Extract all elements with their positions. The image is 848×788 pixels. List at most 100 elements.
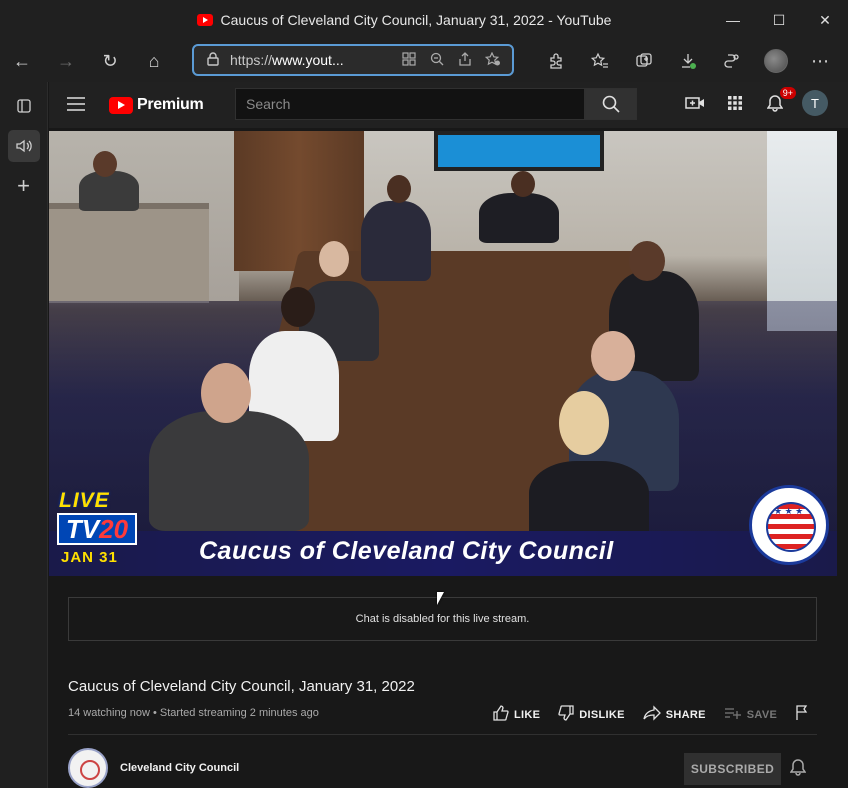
lock-icon[interactable] xyxy=(202,51,224,69)
extensions-icon[interactable] xyxy=(534,43,578,79)
video-actions: LIKE DISLIKE SHARE SAVE xyxy=(493,705,809,725)
add-to-playlist-icon xyxy=(724,706,742,724)
banner-text: Caucus of Cleveland City Council xyxy=(199,537,614,565)
browser-window: Caucus of Cleveland City Council, Januar… xyxy=(0,0,848,788)
video-player[interactable]: Caucus of Cleveland City Council LIVE TV… xyxy=(49,131,837,576)
youtube-premium-logo[interactable]: Premium xyxy=(109,96,204,114)
downloads-icon[interactable] xyxy=(666,43,710,79)
video-scene-head xyxy=(629,241,665,281)
performance-icon[interactable] xyxy=(710,43,754,79)
app-available-icon[interactable] xyxy=(398,51,420,69)
tab-actions-icon[interactable] xyxy=(8,90,40,122)
search-input[interactable]: Search xyxy=(235,88,585,120)
video-scene-desk xyxy=(49,203,209,303)
video-scene-head xyxy=(511,171,535,197)
youtube-header: Premium Search 9+ T xyxy=(49,82,848,128)
toolbar-right-tools: ⋯ xyxy=(534,43,842,79)
video-scene-person xyxy=(529,461,649,541)
home-button[interactable]: ⌂ xyxy=(132,43,176,79)
profile-picture xyxy=(764,49,788,73)
youtube-page: Premium Search 9+ T Caucus of Cleveland … xyxy=(49,82,848,788)
dislike-label: DISLIKE xyxy=(579,709,625,721)
apps-grid-icon[interactable] xyxy=(722,90,748,116)
notifications-bell-icon[interactable]: 9+ xyxy=(762,87,796,116)
window-title: Caucus of Cleveland City Council, Januar… xyxy=(220,12,612,28)
window-title-group: Caucus of Cleveland City Council, Januar… xyxy=(196,12,612,28)
zoom-out-icon[interactable] xyxy=(426,52,448,69)
account-avatar[interactable]: T xyxy=(802,90,828,116)
video-scene-head xyxy=(559,391,609,455)
date-label: JAN 31 xyxy=(61,549,118,566)
video-scene-person xyxy=(479,193,559,243)
video-scene-head xyxy=(93,151,117,177)
search-icon xyxy=(602,95,620,113)
back-button[interactable]: ← xyxy=(0,43,44,79)
like-label: LIKE xyxy=(514,709,541,721)
share-arrow-icon xyxy=(643,705,661,725)
browser-toolbar: ← → ↻ ⌂ https://www.yout... ⋯ xyxy=(0,40,848,82)
chat-disabled-message: Chat is disabled for this live stream. xyxy=(355,613,530,625)
title-bar: Caucus of Cleveland City Council, Januar… xyxy=(0,0,848,40)
audio-playing-icon[interactable] xyxy=(7,130,40,162)
create-video-icon[interactable] xyxy=(682,90,708,116)
like-button[interactable]: LIKE xyxy=(493,705,540,725)
logo-text: Premium xyxy=(137,96,204,113)
mouse-cursor-icon xyxy=(437,592,444,605)
video-scene-head xyxy=(201,363,251,423)
youtube-logo-icon xyxy=(109,96,133,114)
channel-info: Cleveland City Council xyxy=(68,748,239,788)
save-button[interactable]: SAVE xyxy=(724,706,777,724)
video-scene-monitor xyxy=(434,131,604,171)
url-host: www.yout... xyxy=(272,52,344,68)
channel-name[interactable]: Cleveland City Council xyxy=(120,762,239,774)
thumbs-down-icon xyxy=(558,705,574,725)
thumbs-up-icon xyxy=(493,705,509,725)
video-scene-head xyxy=(281,287,315,327)
live-label: LIVE xyxy=(59,489,110,512)
add-favorite-icon[interactable] xyxy=(482,51,504,69)
minimize-button[interactable]: — xyxy=(710,0,756,40)
subscribed-button[interactable]: SUBSCRIBED xyxy=(684,753,781,785)
tv-prefix: TV xyxy=(65,514,100,544)
collections-icon[interactable] xyxy=(622,43,666,79)
share-button[interactable]: SHARE xyxy=(643,705,706,725)
settings-more-button[interactable]: ⋯ xyxy=(798,43,842,79)
url-text[interactable]: https://www.yout... xyxy=(230,52,392,68)
notification-badge: 9+ xyxy=(779,87,796,99)
browser-sidebar: + xyxy=(0,82,48,788)
header-right-icons: 9+ T xyxy=(682,87,828,116)
window-controls: — ☐ ✕ xyxy=(710,0,848,40)
video-scene-person xyxy=(361,201,431,281)
city-of-cleveland-seal-icon xyxy=(749,485,829,565)
video-scene-person xyxy=(79,171,139,211)
video-meta: 14 watching now • Started streaming 2 mi… xyxy=(68,707,319,719)
report-flag-button[interactable] xyxy=(795,705,809,725)
forward-button[interactable]: → xyxy=(44,43,88,79)
save-label: SAVE xyxy=(746,709,778,721)
search-button[interactable] xyxy=(585,88,637,120)
live-tv20-logo: LIVE TV20 JAN 31 xyxy=(57,489,139,571)
tv20-label: TV20 xyxy=(57,513,137,545)
address-bar[interactable]: https://www.yout... xyxy=(192,44,514,76)
channel-avatar[interactable] xyxy=(68,748,108,788)
refresh-button[interactable]: ↻ xyxy=(88,43,132,79)
flag-icon xyxy=(795,705,809,725)
new-tab-icon[interactable]: + xyxy=(8,170,40,202)
tv-number: 20 xyxy=(99,514,129,544)
details-divider xyxy=(68,734,817,735)
video-scene-head xyxy=(387,175,411,203)
share-label: SHARE xyxy=(665,709,706,721)
video-scene-head xyxy=(319,241,349,277)
favorites-icon[interactable] xyxy=(578,43,622,79)
close-button[interactable]: ✕ xyxy=(802,0,848,40)
video-scene-person xyxy=(149,411,309,531)
video-title: Caucus of Cleveland City Council, Januar… xyxy=(68,678,415,695)
maximize-button[interactable]: ☐ xyxy=(756,0,802,40)
channel-notifications-bell-icon[interactable] xyxy=(789,758,807,781)
menu-icon[interactable] xyxy=(67,95,97,116)
profile-avatar[interactable] xyxy=(754,43,798,79)
video-scene-head xyxy=(591,331,635,381)
url-prefix: https:// xyxy=(230,52,273,68)
dislike-button[interactable]: DISLIKE xyxy=(558,705,625,725)
share-page-icon[interactable] xyxy=(454,51,476,69)
